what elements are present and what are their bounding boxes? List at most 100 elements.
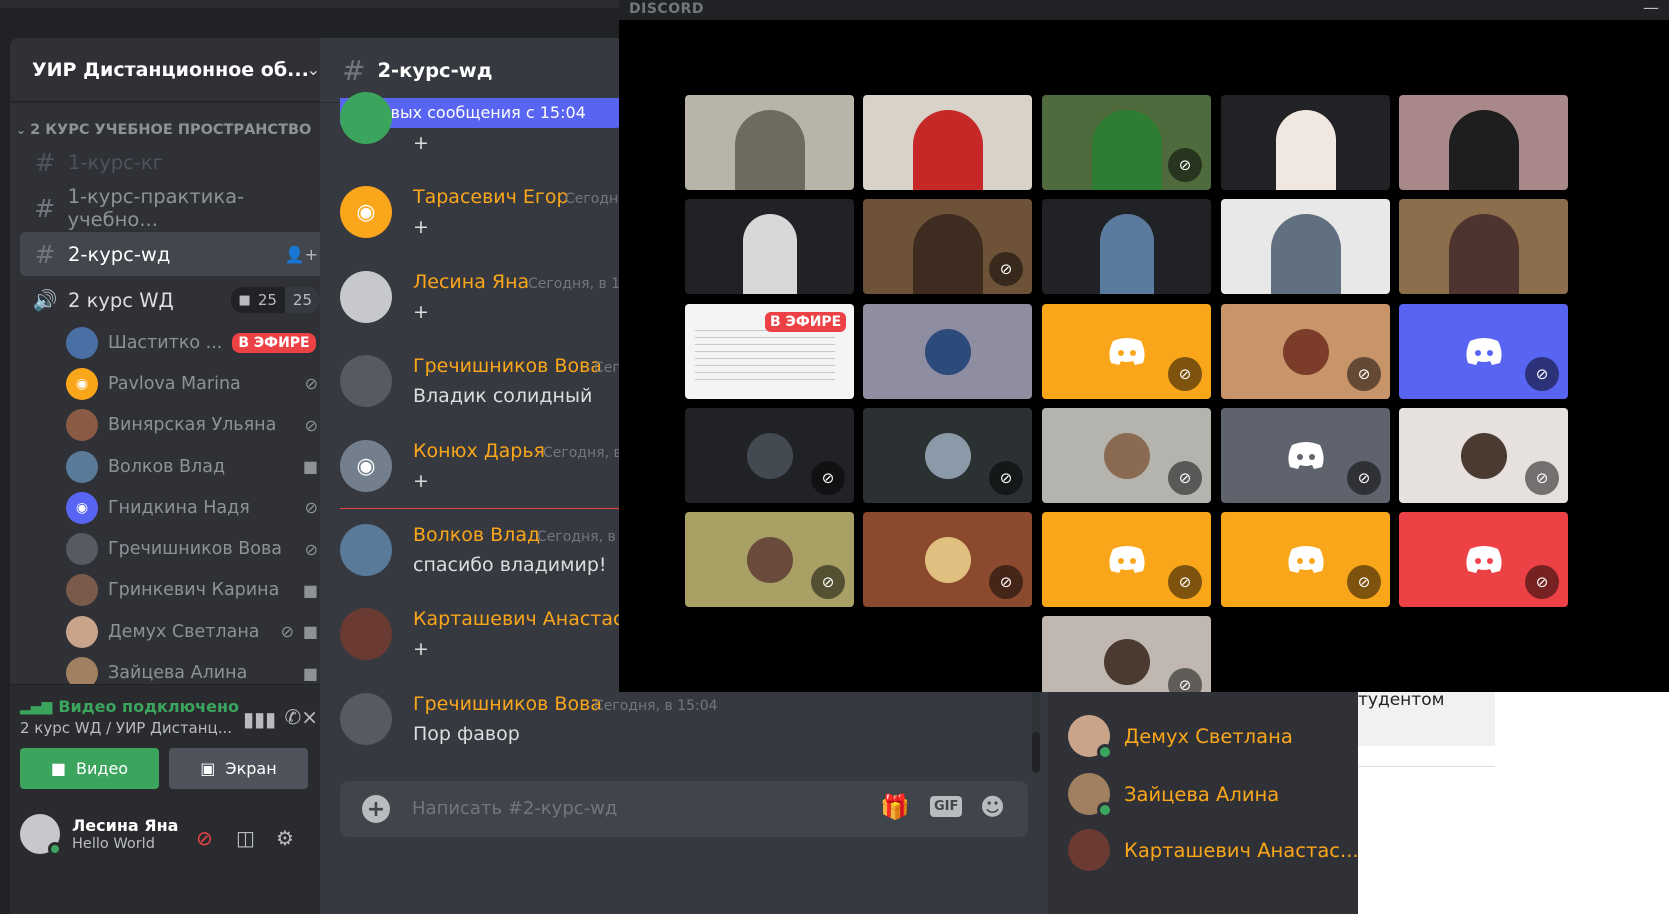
video-tile[interactable] — [685, 95, 854, 190]
chevron-down-icon[interactable]: ⌄ — [307, 60, 320, 79]
mic-muted-icon: ⊘ — [1168, 565, 1202, 599]
channel-2-kurs-wd[interactable]: # 2-курс-wд 👤+ — [20, 232, 330, 276]
avatar[interactable]: ◉ — [340, 440, 392, 492]
mic-muted-icon: ⊘ — [1347, 565, 1381, 599]
gif-button[interactable]: GIF — [930, 796, 963, 817]
emoji-icon[interactable]: ☻ — [980, 793, 1005, 821]
video-tile[interactable] — [1399, 199, 1568, 294]
message-author[interactable]: Конюх Дарья — [413, 440, 545, 462]
video-tile[interactable]: ⊘ — [863, 512, 1032, 607]
video-tile[interactable]: ⊘ — [1221, 408, 1390, 503]
video-tile[interactable]: ⊘ — [1042, 616, 1211, 692]
video-tile[interactable] — [685, 199, 854, 294]
video-tile[interactable]: ⊘ — [1399, 304, 1568, 399]
video-tile[interactable]: ⊘ — [1042, 304, 1211, 399]
video-tile[interactable]: ⊘ — [1042, 512, 1211, 607]
gear-icon[interactable]: ⚙ — [276, 826, 294, 850]
video-button[interactable]: ■ Видео — [20, 748, 159, 789]
video-tile[interactable] — [1042, 199, 1211, 294]
video-tile[interactable]: ⊘ — [863, 199, 1032, 294]
voice-user-count: ■ 25 25 — [230, 287, 320, 313]
mic-muted-icon: ⊘ — [1168, 668, 1202, 692]
avatar[interactable] — [340, 608, 392, 660]
participant-video — [1448, 214, 1519, 294]
minimize-icon[interactable]: — — [1643, 0, 1659, 17]
avatar[interactable] — [340, 355, 392, 407]
voice-user[interactable]: ◉ Гнидкина Надя ⊘ — [10, 487, 340, 528]
screen-share-tile[interactable]: В ЭФИРЕ — [685, 304, 854, 399]
disconnect-icon[interactable]: ✆× — [284, 705, 318, 729]
connection-subtitle[interactable]: 2 курс WД / УИР Дистанц... — [20, 719, 232, 737]
scrollbar-thumb[interactable] — [1032, 732, 1040, 772]
camera-icon: ■ — [302, 663, 318, 683]
avatar[interactable] — [340, 524, 392, 576]
noise-suppression-icon[interactable]: ▮▮▮ — [243, 707, 276, 731]
add-user-icon[interactable]: 👤+ — [285, 245, 318, 264]
member-name: Карташевич Анастас... — [1124, 838, 1359, 862]
screen-share-button[interactable]: ▣ Экран — [169, 748, 308, 789]
avatar[interactable] — [340, 92, 392, 144]
message-author[interactable]: Тарасевич Егор — [413, 186, 569, 208]
message-author[interactable]: Карташевич Анастасия — [413, 608, 647, 630]
video-tile[interactable]: ⊘ — [1221, 304, 1390, 399]
message-author[interactable]: Лесина Яна — [413, 271, 529, 293]
member-item[interactable]: Карташевич Анастас... — [1068, 826, 1359, 874]
voice-user[interactable]: ◉ Pavlova Marina ⊘ — [10, 363, 340, 404]
video-tile[interactable]: ⊘ — [1221, 512, 1390, 607]
message-author[interactable]: Гречишников Вова — [413, 355, 602, 377]
user-name: Лесина Яна — [72, 816, 179, 835]
video-tile[interactable]: ⊘ — [1042, 95, 1211, 190]
video-tile[interactable]: ⊘ — [1399, 408, 1568, 503]
video-tile[interactable]: ⊘ — [685, 512, 854, 607]
message-author[interactable]: Волков Влад — [413, 524, 540, 546]
voice-channel[interactable]: 🔊 2 курс WД ■ 25 25 — [20, 278, 330, 322]
gift-icon[interactable]: 🎁 — [880, 793, 910, 821]
avatar — [924, 432, 971, 479]
video-tile[interactable]: ⊘ — [1042, 408, 1211, 503]
video-tile[interactable] — [863, 304, 1032, 399]
video-tile[interactable] — [863, 95, 1032, 190]
divider — [1358, 766, 1495, 767]
video-tile[interactable]: ⊘ — [1399, 512, 1568, 607]
message-input[interactable]: Написать #2-курс-wд — [412, 798, 617, 819]
channel-1-kurs-praktika[interactable]: # 1-курс-практика-учебно... — [20, 185, 330, 231]
avatar[interactable]: ◉ — [340, 186, 392, 238]
voice-user[interactable]: Шаститко ... В ЭФИРЕ — [10, 322, 340, 363]
channel-category[interactable]: ⌄ 2 КУРС УЧЕБНОЕ ПРОСТРАНСТВО — [10, 122, 340, 138]
video-tile[interactable]: ⊘ — [685, 408, 854, 503]
video-tile[interactable] — [1221, 95, 1390, 190]
server-header[interactable]: УИР Дистанционное об... ⌄ — [10, 38, 340, 102]
member-item[interactable]: Демух Светлана — [1068, 712, 1293, 760]
attach-plus-icon[interactable]: + — [362, 795, 390, 823]
mic-muted-icon: ⊘ — [989, 461, 1023, 495]
message-time: Сегодня, в 15: — [528, 276, 634, 292]
camera-icon: ■ — [50, 759, 67, 778]
voice-user[interactable]: Винярская Ульяна ⊘ — [10, 405, 340, 446]
voice-user[interactable]: Волков Влад ■ — [10, 446, 340, 487]
avatar[interactable] — [340, 693, 392, 745]
avatar[interactable] — [340, 271, 392, 323]
avatar — [1103, 432, 1150, 479]
video-tile[interactable]: ⊘ — [863, 408, 1032, 503]
message-time: Сегодня, в 1 — [537, 529, 630, 545]
mic-muted-icon[interactable]: ⊘ — [196, 826, 213, 850]
participant-video — [1091, 110, 1162, 190]
voice-user[interactable]: Гринкевич Карина ■ — [10, 570, 340, 611]
connection-status[interactable]: ▂▄▆ Видео подключено — [20, 697, 239, 716]
message-time: Сегодня, в 15:04 — [594, 698, 718, 714]
channel-1-kurs-kg[interactable]: # 1-курс-кг — [20, 140, 330, 184]
avatar — [1460, 432, 1507, 479]
message-author[interactable]: Гречишников Вова — [413, 693, 602, 715]
member-item[interactable]: Зайцева Алина — [1068, 770, 1279, 818]
video-button-label: Видео — [76, 759, 129, 778]
voice-user[interactable]: Демух Светлана ⊘ ■ — [10, 611, 340, 652]
voice-user[interactable]: Гречишников Вова ⊘ — [10, 528, 340, 569]
mic-muted-icon: ⊘ — [989, 565, 1023, 599]
video-tile[interactable] — [1221, 199, 1390, 294]
channel-label: 1-курс-практика-учебно... — [67, 185, 245, 231]
video-tile[interactable] — [1399, 95, 1568, 190]
avatar — [1068, 829, 1110, 871]
hash-icon: # — [34, 193, 56, 223]
avatar — [746, 432, 793, 479]
headphones-icon[interactable]: ◫ — [236, 826, 255, 850]
